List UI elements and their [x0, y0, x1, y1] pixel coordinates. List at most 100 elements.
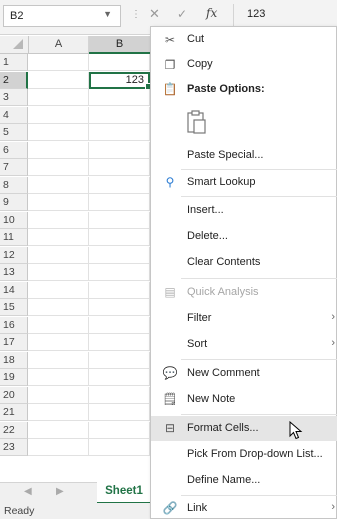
- row-header[interactable]: 10: [0, 211, 28, 229]
- menu-item-filter[interactable]: Filter ›: [151, 306, 337, 331]
- menu-item-link[interactable]: 🔗 Link ›: [151, 496, 337, 519]
- link-icon: 🔗: [162, 501, 178, 515]
- sheet-tab[interactable]: Sheet1: [97, 482, 151, 504]
- cell[interactable]: [28, 229, 89, 246]
- cell[interactable]: [89, 369, 150, 386]
- row-header[interactable]: 3: [0, 89, 28, 106]
- row-header[interactable]: 22: [0, 421, 28, 439]
- cell[interactable]: [89, 89, 150, 106]
- enter-icon[interactable]: ✓: [177, 7, 187, 21]
- cell[interactable]: [28, 159, 89, 176]
- cell[interactable]: [28, 106, 89, 124]
- row-header[interactable]: 2: [0, 71, 28, 89]
- cell[interactable]: [28, 386, 89, 404]
- row-header[interactable]: 4: [0, 106, 28, 124]
- previous-sheet-icon[interactable]: ◀: [24, 486, 32, 497]
- name-box[interactable]: B2 ▼: [3, 5, 121, 27]
- cell[interactable]: [89, 386, 150, 404]
- cancel-icon[interactable]: ✕: [149, 6, 160, 22]
- menu-item-pick-from-dropdown[interactable]: Pick From Drop-down List...: [151, 442, 337, 467]
- cell[interactable]: [28, 54, 89, 71]
- cell[interactable]: [89, 211, 150, 229]
- menu-item-cut[interactable]: ✂ Cut: [151, 27, 337, 52]
- cell[interactable]: [89, 176, 150, 194]
- cell[interactable]: [28, 421, 89, 439]
- row-header[interactable]: 13: [0, 264, 28, 281]
- cell[interactable]: [89, 246, 150, 264]
- menu-item-define-name[interactable]: Define Name...: [151, 468, 337, 493]
- cell[interactable]: [89, 124, 150, 141]
- row-header[interactable]: 17: [0, 334, 28, 351]
- row-header[interactable]: 15: [0, 299, 28, 316]
- cell[interactable]: [28, 264, 89, 281]
- cell[interactable]: [89, 281, 150, 299]
- next-sheet-icon[interactable]: ▶: [56, 486, 64, 497]
- row-header[interactable]: 5: [0, 124, 28, 141]
- menu-item-insert[interactable]: Insert...: [151, 198, 337, 223]
- chevron-down-icon[interactable]: ▼: [103, 9, 112, 19]
- cell[interactable]: [89, 194, 150, 211]
- cell[interactable]: [28, 404, 89, 421]
- insert-function-button[interactable]: fx: [206, 6, 217, 20]
- cell[interactable]: [28, 124, 89, 141]
- row-header[interactable]: 6: [0, 141, 28, 159]
- cell[interactable]: [28, 334, 89, 351]
- menu-separator: [181, 278, 337, 279]
- cell[interactable]: [28, 281, 89, 299]
- row-header[interactable]: 20: [0, 386, 28, 404]
- cell[interactable]: [89, 141, 150, 159]
- menu-item-copy[interactable]: ❐ Copy: [151, 52, 337, 77]
- cell[interactable]: [89, 106, 150, 124]
- cell[interactable]: [89, 404, 150, 421]
- row-header[interactable]: 8: [0, 176, 28, 194]
- row-header[interactable]: 14: [0, 281, 28, 299]
- cell[interactable]: [89, 334, 150, 351]
- row-header[interactable]: 16: [0, 316, 28, 334]
- column-header-a[interactable]: A: [29, 36, 89, 53]
- row-header[interactable]: 23: [0, 439, 28, 456]
- cell[interactable]: [28, 211, 89, 229]
- cell[interactable]: [89, 439, 150, 456]
- cell[interactable]: [89, 54, 150, 71]
- menu-item-new-note[interactable]: 🗒 New Note: [151, 387, 337, 412]
- cell[interactable]: [28, 299, 89, 316]
- cell[interactable]: [28, 246, 89, 264]
- menu-item-sort[interactable]: Sort ›: [151, 332, 337, 357]
- cell[interactable]: [89, 316, 150, 334]
- row-header[interactable]: 7: [0, 159, 28, 176]
- formula-input[interactable]: 123: [247, 8, 265, 20]
- menu-item-clear-contents[interactable]: Clear Contents: [151, 250, 337, 275]
- menu-item-format-cells[interactable]: ⊟ Format Cells...: [151, 416, 337, 441]
- row-header[interactable]: 1: [0, 54, 28, 71]
- menu-item-new-comment[interactable]: 💬 New Comment: [151, 361, 337, 386]
- cell[interactable]: [28, 89, 89, 106]
- row-header[interactable]: 19: [0, 369, 28, 386]
- cell[interactable]: [89, 421, 150, 439]
- cell[interactable]: [89, 351, 150, 369]
- cell[interactable]: [28, 439, 89, 456]
- cell[interactable]: [89, 159, 150, 176]
- cell[interactable]: [28, 176, 89, 194]
- row-header[interactable]: 11: [0, 229, 28, 246]
- active-cell[interactable]: 123: [89, 71, 150, 89]
- cell[interactable]: [89, 299, 150, 316]
- row-header[interactable]: 9: [0, 194, 28, 211]
- column-header-b[interactable]: B: [89, 36, 151, 54]
- cell[interactable]: [28, 351, 89, 369]
- row-header[interactable]: 21: [0, 404, 28, 421]
- row-header[interactable]: 12: [0, 246, 28, 264]
- menu-item-smart-lookup[interactable]: ⚲ Smart Lookup: [151, 170, 337, 195]
- cell[interactable]: [28, 316, 89, 334]
- menu-item-delete[interactable]: Delete...: [151, 224, 337, 249]
- paste-button[interactable]: [185, 109, 209, 135]
- cell[interactable]: [28, 369, 89, 386]
- cell[interactable]: [28, 71, 89, 89]
- cell[interactable]: [89, 264, 150, 281]
- menu-item-paste-special[interactable]: Paste Special...: [151, 143, 337, 167]
- cell[interactable]: [28, 141, 89, 159]
- clipboard-icon: 📋: [162, 82, 178, 96]
- cell[interactable]: [89, 229, 150, 246]
- row-header[interactable]: 18: [0, 351, 28, 369]
- cell[interactable]: [28, 194, 89, 211]
- select-all-button[interactable]: [0, 36, 29, 53]
